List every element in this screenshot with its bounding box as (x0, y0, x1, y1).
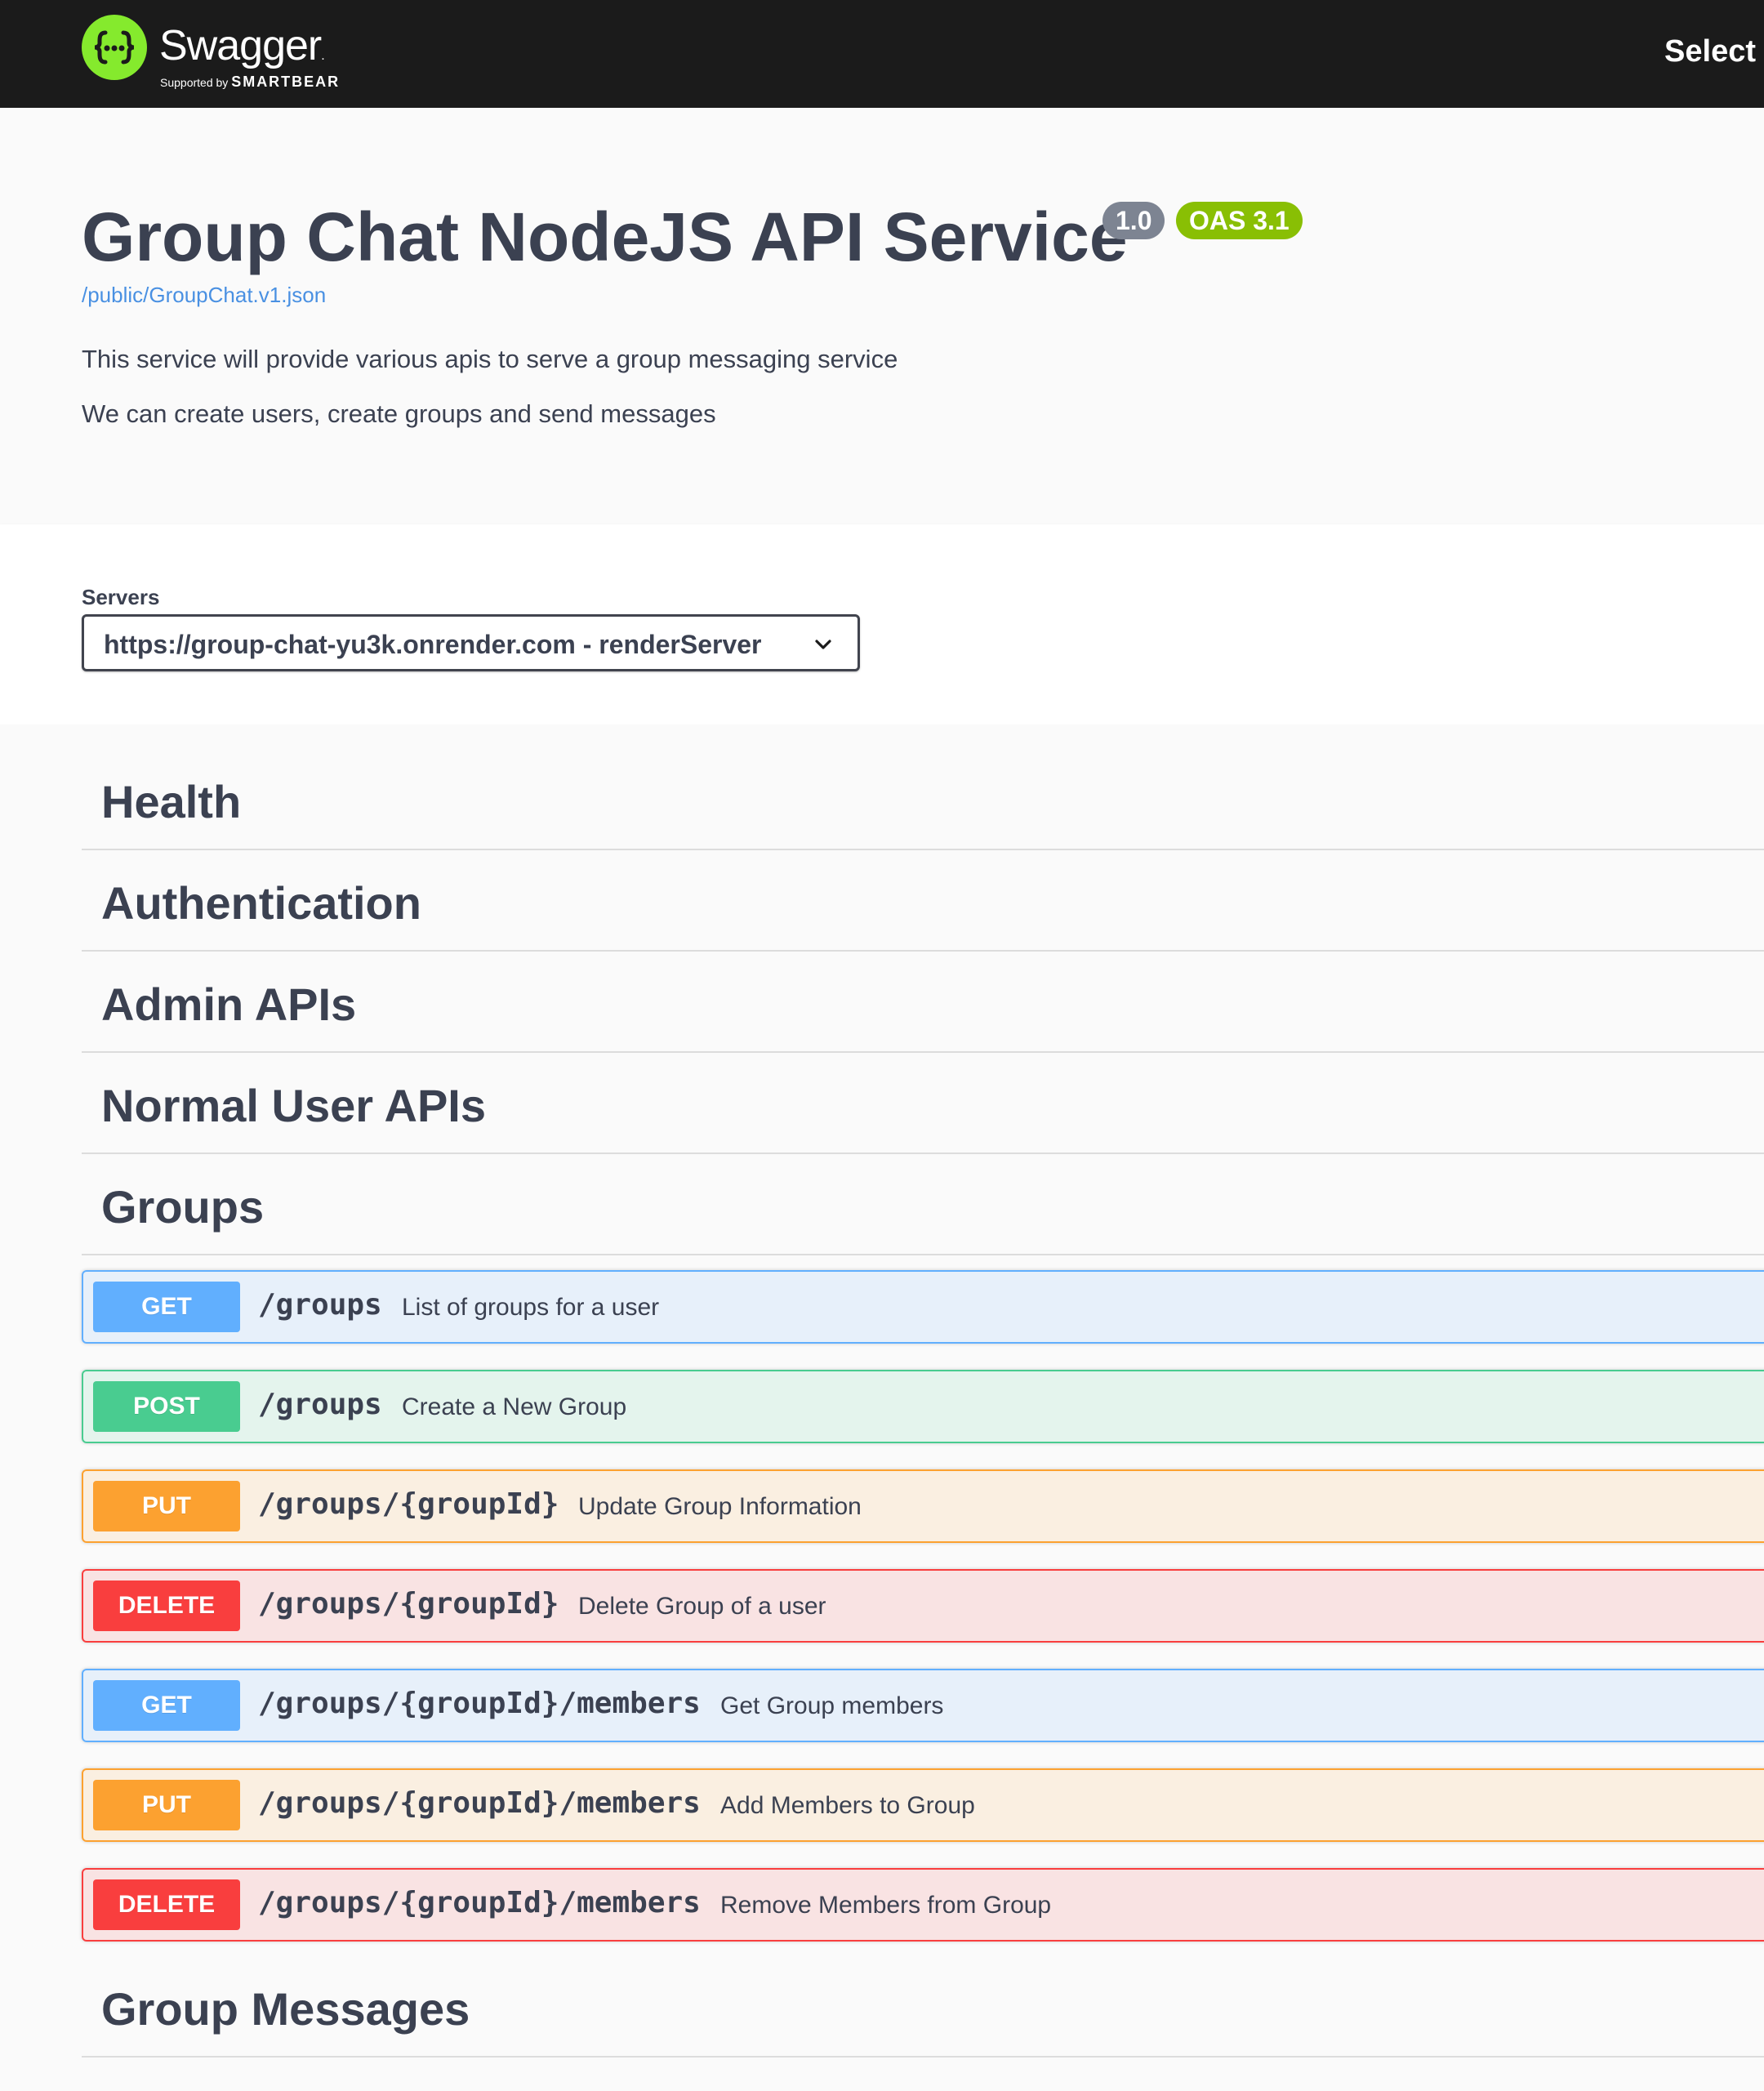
select-definition-label[interactable]: Select (1664, 34, 1756, 69)
description-line: This service will provide various apis t… (82, 345, 898, 373)
operation-path: /groups/{groupId} (258, 1587, 559, 1621)
supported-by-text: Supported by (160, 76, 229, 89)
operation-delete-group[interactable]: DELETE /groups/{groupId} Delete Group of… (82, 1569, 1764, 1643)
method-badge: PUT (93, 1481, 240, 1531)
operation-put-group[interactable]: PUT /groups/{groupId} Update Group Infor… (82, 1469, 1764, 1543)
operation-get-groups[interactable]: GET /groups List of groups for a user (82, 1270, 1764, 1344)
servers-section: Servers https://group-chat-yu3k.onrender… (0, 524, 1764, 724)
swagger-logo-icon[interactable] (82, 15, 147, 80)
oas-badge: OAS 3.1 (1176, 202, 1303, 239)
brand-dot: . (321, 49, 325, 63)
operation-post-groups[interactable]: POST /groups Create a New Group (82, 1370, 1764, 1443)
operation-put-group-members[interactable]: PUT /groups/{groupId}/members Add Member… (82, 1768, 1764, 1842)
tag-section-groups[interactable]: Groups (82, 1154, 1764, 1255)
tag-title: Authentication (101, 877, 421, 929)
method-badge: POST (93, 1381, 240, 1432)
operation-path: /groups/{groupId}/members (258, 1687, 701, 1720)
tag-section-normal-user-apis[interactable]: Normal User APIs (82, 1053, 1764, 1154)
tag-title: Group Messages (101, 1983, 470, 2035)
method-badge: DELETE (93, 1581, 240, 1631)
operation-summary: Get Group members (720, 1692, 944, 1719)
operation-delete-group-members[interactable]: DELETE /groups/{groupId}/members Remove … (82, 1868, 1764, 1942)
description-line: We can create users, create groups and s… (82, 399, 716, 428)
operation-path: /groups/{groupId}/members (258, 1786, 701, 1820)
server-select-value: https://group-chat-yu3k.onrender.com - r… (104, 630, 762, 659)
operation-summary: Remove Members from Group (720, 1892, 1052, 1919)
version-badge: 1.0 (1102, 202, 1165, 239)
method-badge: PUT (93, 1780, 240, 1830)
braces-icon (94, 30, 135, 65)
tag-title: Groups (101, 1181, 265, 1233)
tag-title: Normal User APIs (101, 1080, 486, 1131)
servers-label: Servers (82, 585, 160, 609)
method-badge: DELETE (93, 1879, 240, 1930)
smartbear-text: SMARTBEAR (231, 74, 341, 90)
operation-summary: List of groups for a user (402, 1294, 660, 1321)
operation-summary: Update Group Information (578, 1493, 862, 1520)
supported-by: Supported by SMARTBEAR (160, 74, 340, 91)
operation-get-group-members[interactable]: GET /groups/{groupId}/members Get Group … (82, 1669, 1764, 1742)
operation-path: /groups (258, 1388, 382, 1421)
method-badge: GET (93, 1680, 240, 1731)
tag-section-admin-apis[interactable]: Admin APIs (82, 952, 1764, 1053)
operation-summary: Add Members to Group (720, 1792, 975, 1819)
tag-section-authentication[interactable]: Authentication (82, 850, 1764, 952)
operation-path: /groups (258, 1288, 382, 1322)
tag-section-health[interactable]: Health (82, 749, 1764, 850)
tag-title: Health (101, 776, 242, 827)
tag-title: Admin APIs (101, 979, 357, 1030)
api-info: Group Chat NodeJS API Service 1.0 OAS 3.… (0, 108, 1764, 524)
spec-url-link[interactable]: /public/GroupChat.v1.json (82, 283, 326, 308)
chevron-down-icon (815, 640, 831, 649)
swagger-wordmark[interactable]: Swagger. (159, 21, 325, 70)
operation-summary: Delete Group of a user (578, 1593, 826, 1620)
topbar: Swagger. Supported by SMARTBEAR Select (0, 0, 1764, 108)
operations-area: Health Authentication Admin APIs Normal … (0, 724, 1764, 2091)
operation-summary: Create a New Group (402, 1393, 627, 1420)
operation-path: /groups/{groupId} (258, 1487, 559, 1521)
operation-path: /groups/{groupId}/members (258, 1886, 701, 1919)
tag-section-group-messages[interactable]: Group Messages (82, 1956, 1764, 2058)
page-title: Group Chat NodeJS API Service (82, 198, 1128, 275)
brand-name: Swagger (159, 22, 322, 69)
method-badge: GET (93, 1282, 240, 1332)
server-select[interactable]: https://group-chat-yu3k.onrender.com - r… (82, 614, 860, 671)
